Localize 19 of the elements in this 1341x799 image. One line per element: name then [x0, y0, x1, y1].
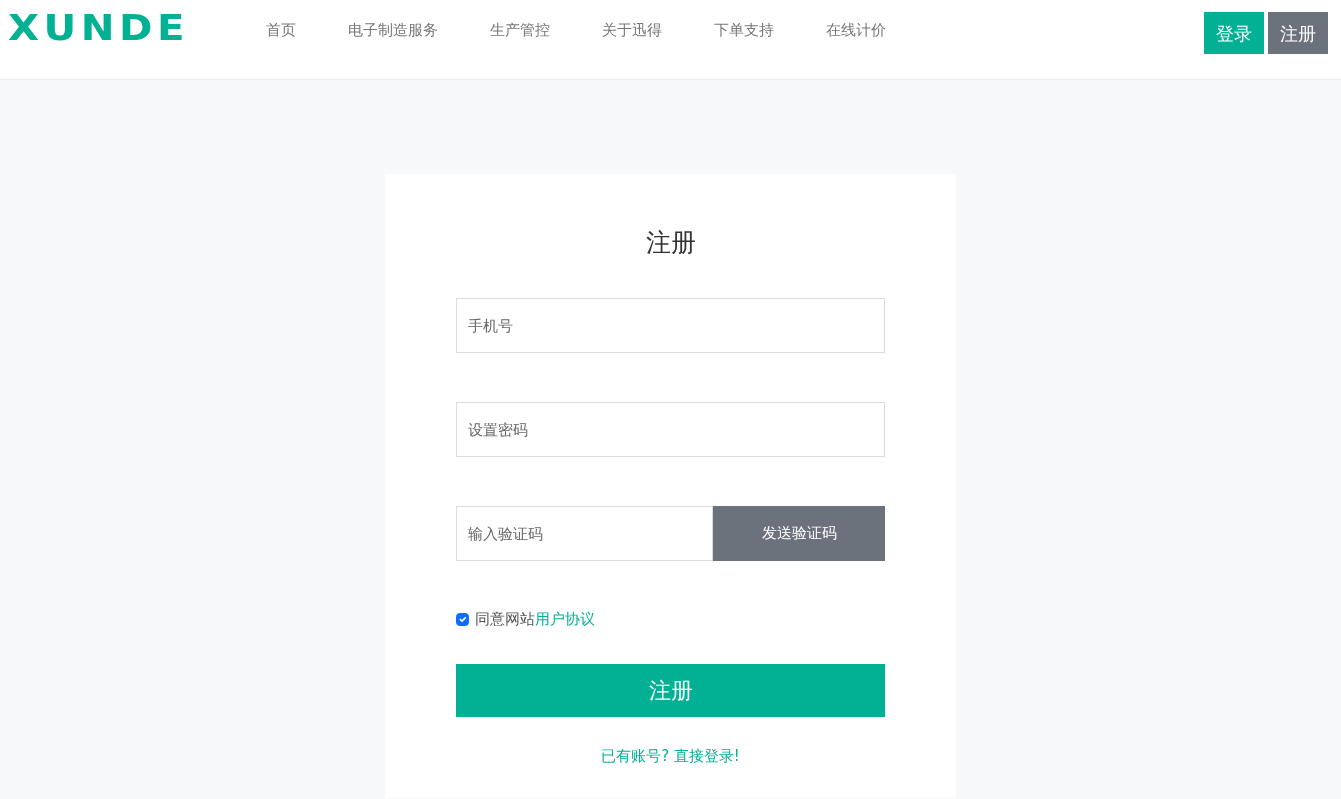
- logo[interactable]: XUNDE: [8, 10, 189, 46]
- nav-link[interactable]: 关于迅得: [601, 19, 662, 42]
- password-field[interactable]: 设置密码: [456, 402, 885, 457]
- user-agreement-link[interactable]: 用户协议: [535, 610, 595, 628]
- code-field[interactable]: 输入验证码: [456, 506, 713, 561]
- nav-link[interactable]: 首页: [265, 19, 296, 42]
- form-title: 注册: [644, 228, 697, 258]
- register-button[interactable]: 注册: [1268, 12, 1328, 54]
- nav-link[interactable]: 电子制造服务: [347, 19, 438, 42]
- phone-field[interactable]: 手机号: [456, 298, 885, 353]
- nav-link[interactable]: 在线计价: [825, 19, 886, 42]
- submit-button[interactable]: 注册: [456, 663, 885, 717]
- login-link[interactable]: 已有账号? 直接登录!: [601, 744, 740, 767]
- nav-link[interactable]: 生产管控: [489, 19, 550, 42]
- agreement-text: 同意网站用户协议: [475, 609, 595, 630]
- nav-link[interactable]: 下单支持: [713, 19, 774, 42]
- send-code-button[interactable]: 发送验证码: [713, 506, 885, 561]
- agree-checkbox[interactable]: [456, 612, 469, 626]
- login-button[interactable]: 登录: [1204, 12, 1264, 54]
